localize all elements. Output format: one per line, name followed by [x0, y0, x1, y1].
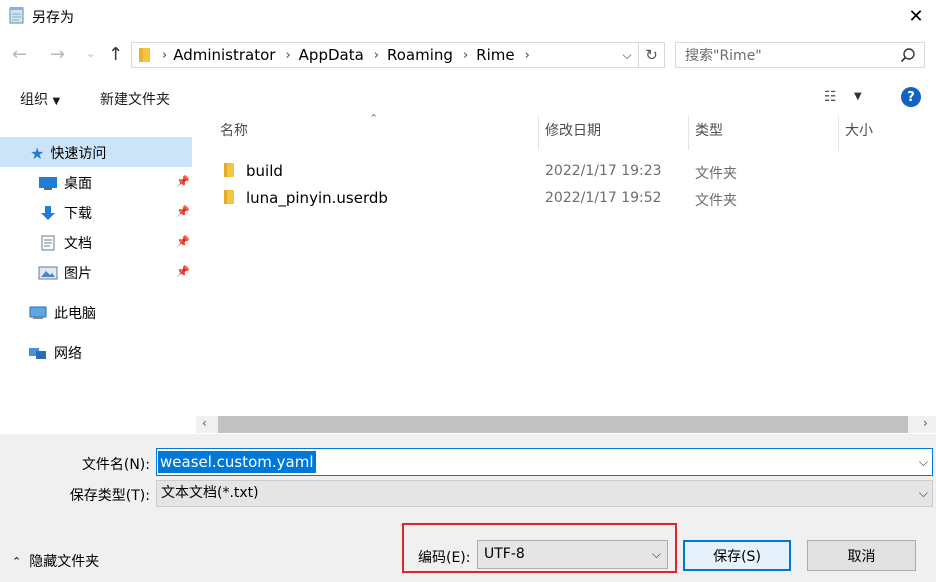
- hide-folders-toggle[interactable]: ⌃ 隐藏文件夹: [12, 551, 99, 571]
- search-input[interactable]: 搜索"Rime": [675, 42, 925, 68]
- folder-icon: [224, 190, 234, 204]
- refresh-button[interactable]: ↻: [638, 43, 664, 67]
- folder-icon: [224, 163, 234, 177]
- column-divider[interactable]: [538, 116, 539, 150]
- chevron-down-icon: ⌵: [918, 486, 928, 500]
- scrollbar-thumb[interactable]: [218, 416, 908, 433]
- organize-button[interactable]: 组织 ▼: [20, 89, 60, 109]
- pin-icon[interactable]: 📌: [176, 205, 190, 218]
- cancel-button[interactable]: 取消: [807, 540, 916, 571]
- scroll-right-icon[interactable]: ›: [923, 416, 928, 430]
- search-icon: [900, 48, 915, 63]
- view-options-icon[interactable]: ☷: [824, 89, 837, 105]
- encoding-label: 编码(E):: [418, 550, 471, 566]
- sidebar-item-quick-access-label: ★ 快速访问: [30, 143, 107, 163]
- breadcrumb-item[interactable]: AppData ›: [299, 46, 385, 64]
- encoding-select[interactable]: UTF-8 ⌵: [477, 540, 668, 569]
- new-folder-button[interactable]: 新建文件夹: [100, 89, 170, 109]
- document-icon: [41, 235, 55, 251]
- recent-locations-button[interactable]: ⌄: [86, 47, 95, 60]
- window-title: 另存为: [32, 10, 74, 26]
- search-placeholder: 搜索"Rime": [685, 48, 762, 64]
- chevron-down-icon: ⌵: [622, 47, 632, 62]
- sidebar-item-desktop[interactable]: 桌面: [38, 173, 92, 193]
- back-button[interactable]: ←: [12, 44, 27, 65]
- sidebar-item-this-pc[interactable]: 此电脑: [28, 303, 96, 323]
- column-divider[interactable]: [838, 116, 839, 150]
- network-icon: [29, 348, 46, 359]
- sidebar-item-documents[interactable]: 文档: [38, 233, 92, 253]
- save-button[interactable]: 保存(S): [683, 540, 791, 571]
- help-button[interactable]: ?: [901, 87, 921, 107]
- file-name: luna_pinyin.userdb: [246, 189, 388, 207]
- chevron-up-icon: ⌃: [12, 554, 22, 568]
- title-bar: [0, 0, 936, 32]
- file-modified: 2022/1/17 19:23: [545, 163, 662, 179]
- pin-icon[interactable]: 📌: [176, 235, 190, 248]
- dropdown-arrow-icon: ▼: [52, 96, 61, 107]
- column-header-size[interactable]: 大小: [845, 120, 873, 140]
- horizontal-scrollbar[interactable]: ‹ ›: [196, 416, 936, 433]
- sort-indicator-icon: ⌃: [369, 112, 379, 125]
- pin-icon[interactable]: 📌: [176, 175, 190, 188]
- star-icon: ★: [30, 143, 45, 163]
- filename-input[interactable]: weasel.custom.yaml ⌵: [156, 448, 933, 476]
- close-icon: ✕: [908, 5, 924, 27]
- forward-button[interactable]: →: [50, 44, 65, 65]
- breadcrumb-item[interactable]: Rime ›: [476, 46, 536, 64]
- breadcrumb-item[interactable]: Administrator ›: [173, 46, 296, 64]
- view-dropdown-icon[interactable]: ▼: [854, 91, 862, 102]
- download-icon: [41, 206, 55, 220]
- pin-icon[interactable]: 📌: [176, 265, 190, 278]
- file-name: build: [246, 162, 283, 180]
- filetype-value: 文本文档(*.txt): [161, 485, 259, 501]
- chevron-down-icon[interactable]: ⌵: [919, 449, 928, 475]
- file-type: 文件夹: [695, 193, 737, 209]
- column-divider[interactable]: [688, 116, 689, 150]
- column-header-modified[interactable]: 修改日期: [545, 120, 601, 140]
- picture-icon: [38, 266, 58, 280]
- file-modified: 2022/1/17 19:52: [545, 190, 662, 206]
- file-type: 文件夹: [695, 166, 737, 182]
- close-button[interactable]: ✕: [896, 0, 936, 32]
- breadcrumb-item[interactable]: Roaming ›: [387, 46, 474, 64]
- desktop-icon: [39, 177, 57, 190]
- address-bar[interactable]: › Administrator › AppData › Roaming › Rime ›…: [131, 42, 665, 68]
- table-row[interactable]: luna_pinyin.userdb 2022/1/17 19:52 文件夹: [218, 185, 928, 211]
- refresh-icon: ↻: [645, 46, 658, 64]
- computer-icon: [29, 306, 47, 319]
- sidebar-item-downloads[interactable]: 下载: [38, 203, 92, 223]
- address-dropdown-button[interactable]: ⌵: [616, 43, 638, 67]
- chevron-down-icon: ⌵: [651, 547, 661, 561]
- column-header-type[interactable]: 类型: [695, 120, 723, 140]
- filetype-label: 保存类型(T):: [69, 488, 150, 504]
- filename-value: weasel.custom.yaml: [158, 451, 316, 473]
- column-header-name[interactable]: 名称: [220, 120, 248, 140]
- up-button[interactable]: ↑: [108, 44, 123, 65]
- scroll-left-icon[interactable]: ‹: [202, 416, 207, 430]
- filename-label: 文件名(N):: [81, 457, 150, 473]
- sidebar-item-pictures[interactable]: 图片: [38, 263, 92, 283]
- filetype-select[interactable]: 文本文档(*.txt) ⌵: [156, 480, 933, 507]
- notepad-icon: [9, 7, 24, 24]
- table-row[interactable]: build 2022/1/17 19:23 文件夹: [218, 158, 928, 184]
- encoding-value: UTF-8: [484, 546, 525, 562]
- breadcrumb-sep[interactable]: ›: [158, 48, 173, 63]
- folder-icon: [139, 48, 150, 62]
- sidebar-item-network[interactable]: 网络: [28, 343, 82, 363]
